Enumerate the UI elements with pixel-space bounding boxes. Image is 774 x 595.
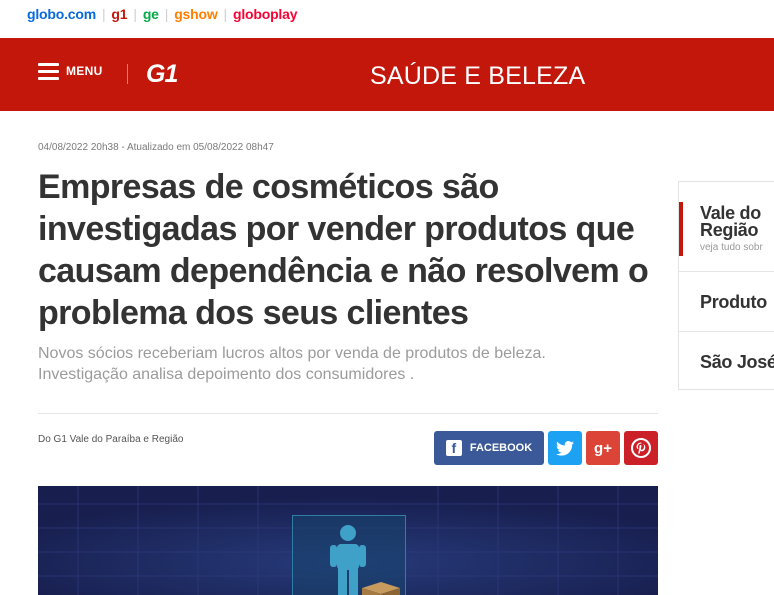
- related-sidebar: Vale do Região veja tudo sobr Produto Sã…: [678, 181, 774, 390]
- publish-date: 04/08/2022 20h38 - Atualizado em 05/08/2…: [38, 142, 274, 153]
- divider: [38, 413, 658, 414]
- sidebar-item-sao-jose[interactable]: São José: [679, 332, 774, 390]
- sidebar-item-title: São José: [700, 352, 774, 372]
- header-divider: [127, 64, 128, 84]
- sidebar-item-sub: veja tudo sobr: [700, 242, 763, 253]
- share-twitter-button[interactable]: [548, 431, 582, 465]
- article-subtitle: Novos sócios receberiam lucros altos por…: [38, 345, 546, 383]
- globo-topbar: globo.com | g1 | ge | gshow | globoplay: [0, 0, 774, 38]
- site-header: MENU G1 SAÚDE E BELEZA: [0, 38, 774, 111]
- facebook-label: FACEBOOK: [469, 442, 533, 454]
- share-facebook-button[interactable]: f FACEBOOK: [434, 431, 544, 465]
- link-gshow[interactable]: gshow: [174, 6, 218, 22]
- twitter-bird-icon: [556, 440, 574, 456]
- article-headline: Empresas de cosméticos são investigadas …: [38, 168, 649, 332]
- section-title[interactable]: SAÚDE E BELEZA: [370, 62, 585, 91]
- share-googleplus-button[interactable]: g+: [586, 431, 620, 465]
- link-separator: |: [223, 6, 228, 22]
- link-separator: |: [133, 6, 137, 22]
- link-globo[interactable]: globo.com: [27, 6, 96, 22]
- link-separator: |: [164, 6, 169, 22]
- hamburger-icon: [38, 62, 59, 80]
- active-indicator: [679, 202, 683, 256]
- sidebar-item-produto[interactable]: Produto: [679, 272, 774, 332]
- g1-logo[interactable]: G1: [146, 60, 178, 89]
- link-ge[interactable]: ge: [143, 6, 159, 22]
- link-globoplay[interactable]: globoplay: [233, 6, 298, 22]
- sidebar-item-title: Produto: [700, 292, 767, 312]
- share-pinterest-button[interactable]: [624, 431, 658, 465]
- menu-button[interactable]: MENU: [38, 62, 103, 80]
- network-links: globo.com | g1 | ge | gshow | globoplay: [27, 6, 297, 22]
- menu-label: MENU: [66, 64, 103, 78]
- facebook-icon: f: [445, 440, 462, 456]
- byline: Do G1 Vale do Paraíba e Região: [38, 434, 184, 445]
- sidebar-item-vale[interactable]: Vale do Região veja tudo sobr: [679, 182, 774, 272]
- sidebar-item-title: Região: [700, 220, 759, 240]
- googleplus-icon: g+: [594, 439, 612, 457]
- pinterest-icon: [631, 438, 651, 458]
- package-box-icon: [362, 582, 400, 595]
- link-separator: |: [101, 6, 106, 22]
- link-g1[interactable]: g1: [111, 6, 127, 22]
- article-hero-image: [38, 486, 658, 595]
